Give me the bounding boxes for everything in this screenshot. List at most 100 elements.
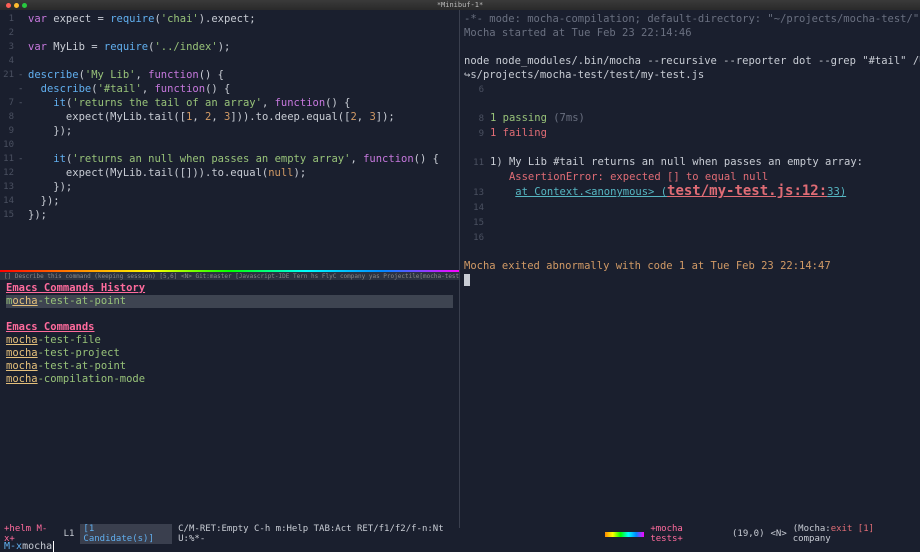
status-rainbow-icon [605,532,645,537]
code-text[interactable]: }); [28,208,459,222]
line-number: 9 [0,124,18,138]
code-text[interactable]: describe('My Lib', function() { [28,68,459,82]
modeline-text: [] Describe this command (keeping sessio… [4,273,459,280]
helm-candidate[interactable]: mocha-compilation-mode [6,373,453,386]
code-text[interactable] [28,26,459,40]
line-number: 10 [0,138,18,152]
fold-indicator-icon[interactable] [18,12,28,26]
fold-indicator-icon[interactable] [18,138,28,152]
code-line[interactable]: 10 [0,138,459,152]
code-line[interactable]: 11- it('returns an null when passes an e… [0,152,459,166]
helm-candidate[interactable]: mocha-test-project [6,347,453,360]
code-line[interactable]: 3 var MyLib = require('../index'); [0,40,459,54]
mocha-exit-status: (Mocha:exit [1] company [793,524,916,544]
code-line[interactable]: 2 [0,26,459,40]
blank-line [464,141,916,155]
fold-indicator-icon[interactable] [18,26,28,40]
blank-line [464,97,916,111]
code-text[interactable]: it('returns the tail of an array', funct… [28,96,459,110]
compilation-output-pane[interactable]: -*- mode: mocha-compilation; default-dir… [460,10,920,528]
comp-mode-line: -*- mode: mocha-compilation; default-dir… [464,12,916,26]
fold-indicator-icon[interactable] [18,166,28,180]
code-text[interactable]: var expect = require('chai').expect; [28,12,459,26]
code-line[interactable]: - describe('#tail', function() { [0,82,459,96]
blank-line: 15 [464,215,916,230]
fold-indicator-icon[interactable]: - [18,82,28,96]
code-text[interactable]: }); [28,194,459,208]
text-cursor-icon [53,541,54,552]
code-text[interactable]: it('returns an null when passes an empty… [28,152,459,166]
minibuffer-input[interactable]: mocha [22,541,52,552]
fold-indicator-icon[interactable] [18,124,28,138]
code-line[interactable]: 21-describe('My Lib', function() { [0,68,459,82]
helm-candidate[interactable]: mocha-test-at-point [6,360,453,373]
code-editor[interactable]: 1var expect = require('chai').expect;23v… [0,10,459,270]
fold-indicator-icon[interactable] [18,54,28,68]
code-text[interactable]: }); [28,124,459,138]
code-text[interactable]: expect(MyLib.tail([1, 2, 3])).to.deep.eq… [28,110,459,124]
code-line[interactable]: 15}); [0,208,459,222]
code-text[interactable]: var MyLib = require('../index'); [28,40,459,54]
code-text[interactable] [28,54,459,68]
blank-line [464,245,916,259]
minibuffer-prompt: M-x [4,541,22,552]
mocha-assertion-error: AssertionError: expected [] to equal nul… [464,170,916,184]
blank-line [464,40,916,54]
blank-line: 6 [464,82,916,97]
line-number: 12 [0,166,18,180]
line-number [0,82,18,96]
mocha-exit-line: Mocha exited abnormally with code 1 at T… [464,259,916,273]
code-text[interactable]: }); [28,180,459,194]
output-cursor [464,273,916,287]
code-text[interactable]: expect(MyLib.tail([])).to.equal(null); [28,166,459,180]
code-line[interactable]: 8 expect(MyLib.tail([1, 2, 3])).to.deep.… [0,110,459,124]
window-titlebar: *Minibuf-1* [0,0,920,10]
code-line[interactable]: 1var expect = require('chai').expect; [0,12,459,26]
code-line[interactable]: 12 expect(MyLib.tail([])).to.equal(null)… [0,166,459,180]
helm-candidate[interactable]: mocha-test-file [6,334,453,347]
buffer-name: +mocha tests+ [650,524,720,544]
mocha-passing: 81 passing (7ms) [464,111,916,126]
mode-n: <N> [771,529,787,539]
window-title: *Minibuf-1* [437,1,483,9]
code-text[interactable]: describe('#tail', function() { [28,82,459,96]
code-line[interactable]: 4 [0,54,459,68]
status-bar: +helm M-x+ L1 [1 Candidate(s)] C/M-RET:E… [0,528,920,540]
fold-indicator-icon[interactable] [18,110,28,124]
line-number: 8 [0,110,18,124]
code-line[interactable]: 7- it('returns the tail of an array', fu… [0,96,459,110]
comp-start-line: Mocha started at Tue Feb 23 22:14:46 [464,26,916,40]
code-line[interactable]: 9 }); [0,124,459,138]
line-number: 15 [0,208,18,222]
line-number: 11 [0,152,18,166]
line-indicator: L1 [64,529,75,539]
left-pane: 1var expect = require('chai').expect;23v… [0,10,460,528]
helm-section-header: Emacs Commands [6,321,453,334]
line-number: 21 [0,68,18,82]
close-icon[interactable] [6,3,11,8]
fold-indicator-icon[interactable]: - [18,96,28,110]
comp-command-line: node node_modules/.bin/mocha --recursive… [464,54,916,68]
helm-candidate[interactable]: mocha-test-at-point [6,295,453,308]
line-number: 13 [0,180,18,194]
candidate-count: [1 Candidate(s)] [80,524,172,544]
fold-indicator-icon[interactable] [18,180,28,194]
helm-section-header: Emacs Commands History [6,282,453,295]
code-text[interactable] [28,138,459,152]
helm-completion-pane[interactable]: Emacs Commands Historymocha-test-at-poin… [0,280,459,528]
help-hints: C/M-RET:Empty C-h m:Help TAB:Act RET/f1/… [178,524,473,544]
fold-indicator-icon[interactable] [18,40,28,54]
minimize-icon[interactable] [14,3,19,8]
mocha-error-location[interactable]: 13 at Context.<anonymous> (test/my-test.… [464,184,916,200]
maximize-icon[interactable] [22,3,27,8]
fold-indicator-icon[interactable]: - [18,152,28,166]
code-line[interactable]: 13 }); [0,180,459,194]
fold-indicator-icon[interactable] [18,208,28,222]
fold-indicator-icon[interactable]: - [18,68,28,82]
editor-modeline: [] Describe this command (keeping sessio… [0,272,459,280]
fold-indicator-icon[interactable] [18,194,28,208]
code-line[interactable]: 14 }); [0,194,459,208]
line-number: 3 [0,40,18,54]
mocha-failing: 91 failing [464,126,916,141]
window-controls [6,3,27,8]
